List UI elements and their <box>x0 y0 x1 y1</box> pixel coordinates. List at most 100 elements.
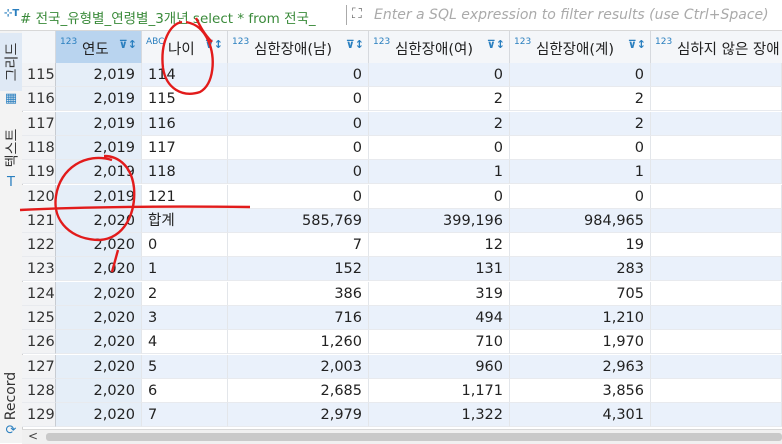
row-number[interactable]: 128 <box>22 378 56 403</box>
cell-year[interactable]: 2,019 <box>56 184 142 209</box>
horizontal-scrollbar[interactable]: < <box>22 429 782 444</box>
cell-severe-female[interactable]: 0 <box>369 135 510 160</box>
cell-age[interactable]: 121 <box>142 184 228 209</box>
table-row[interactable]: 126 2,020 4 1,260 710 1,970 <box>22 330 782 355</box>
cell-mild[interactable] <box>651 281 782 306</box>
filter-input[interactable] <box>372 4 776 26</box>
table-row[interactable]: 117 2,019 116 0 2 2 <box>22 111 782 136</box>
row-number[interactable]: 120 <box>22 184 56 209</box>
cell-severe-total[interactable]: 3,856 <box>510 378 651 403</box>
cell-severe-male[interactable]: 0 <box>228 87 369 112</box>
cell-severe-total[interactable]: 4,301 <box>510 403 651 428</box>
cell-year[interactable]: 2,020 <box>56 306 142 330</box>
cell-severe-total[interactable]: 1,970 <box>510 330 651 355</box>
row-number[interactable]: 116 <box>22 87 56 112</box>
row-number[interactable]: 124 <box>22 281 56 306</box>
cell-severe-male[interactable]: 0 <box>228 111 369 136</box>
filter-icon[interactable]: ⊽↕ <box>487 38 505 51</box>
cell-age[interactable]: 0 <box>142 233 228 258</box>
cell-severe-male[interactable]: 152 <box>228 257 369 282</box>
cell-age[interactable]: 합계 <box>142 208 228 233</box>
cell-mild[interactable] <box>651 257 782 282</box>
cell-severe-female[interactable]: 960 <box>369 354 510 379</box>
cell-age[interactable]: 5 <box>142 354 228 379</box>
row-number[interactable]: 121 <box>22 208 56 233</box>
cell-severe-male[interactable]: 0 <box>228 135 369 160</box>
cell-mild[interactable] <box>651 87 782 112</box>
cell-severe-male[interactable]: 1,260 <box>228 330 369 355</box>
cell-year[interactable]: 2,019 <box>56 135 142 160</box>
column-header-age[interactable]: ABC 나이 ⊽↕ <box>142 31 228 63</box>
table-row[interactable]: 121 2,020 합계 585,769 399,196 984,965 <box>22 208 782 233</box>
cell-severe-female[interactable]: 319 <box>369 281 510 306</box>
table-row[interactable]: 128 2,020 6 2,685 1,171 3,856 <box>22 378 782 403</box>
cell-severe-female[interactable]: 0 <box>369 63 510 87</box>
cell-age[interactable]: 7 <box>142 403 228 428</box>
table-row[interactable]: 120 2,019 121 0 0 0 <box>22 184 782 209</box>
cell-year[interactable]: 2,019 <box>56 160 142 185</box>
column-header-severe-total[interactable]: 123 심한장애(계) ⊽↕ <box>510 31 651 63</box>
cell-mild[interactable] <box>651 233 782 258</box>
table-row[interactable]: 115 2,019 114 0 0 0 <box>22 63 782 87</box>
cell-year[interactable]: 2,020 <box>56 354 142 379</box>
cell-severe-total[interactable]: 1 <box>510 160 651 185</box>
cell-mild[interactable] <box>651 63 782 87</box>
cell-severe-male[interactable]: 2,979 <box>228 403 369 428</box>
table-row[interactable]: 122 2,020 0 7 12 19 <box>22 233 782 258</box>
cell-severe-male[interactable]: 386 <box>228 281 369 306</box>
cell-severe-total[interactable]: 984,965 <box>510 208 651 233</box>
filter-icon[interactable]: ⊽↕ <box>346 38 364 51</box>
column-header-severe-male[interactable]: 123 심한장애(남) ⊽↕ <box>228 31 369 63</box>
cell-severe-female[interactable]: 12 <box>369 233 510 258</box>
cell-mild[interactable] <box>651 330 782 355</box>
table-row[interactable]: 125 2,020 3 716 494 1,210 <box>22 306 782 330</box>
cell-mild[interactable] <box>651 403 782 428</box>
filter-icon[interactable]: ⊽↕ <box>628 38 646 51</box>
table-row[interactable]: 127 2,020 5 2,003 960 2,963 <box>22 354 782 379</box>
table-row[interactable]: 119 2,019 118 0 1 1 <box>22 160 782 185</box>
scroll-left-icon[interactable]: < <box>28 429 38 443</box>
tab-grid[interactable]: 그리드 <box>0 33 22 91</box>
cell-severe-total[interactable]: 1,210 <box>510 306 651 330</box>
cell-severe-male[interactable]: 0 <box>228 63 369 87</box>
cell-year[interactable]: 2,019 <box>56 87 142 112</box>
cell-year[interactable]: 2,020 <box>56 378 142 403</box>
row-number[interactable]: 125 <box>22 306 56 330</box>
cell-age[interactable]: 3 <box>142 306 228 330</box>
cell-mild[interactable] <box>651 135 782 160</box>
cell-mild[interactable] <box>651 354 782 379</box>
row-number[interactable]: 119 <box>22 160 56 185</box>
cell-severe-female[interactable]: 0 <box>369 184 510 209</box>
cell-severe-female[interactable]: 494 <box>369 306 510 330</box>
column-header-mild[interactable]: 123 심하지 않은 장애 <box>651 31 782 63</box>
cell-age[interactable]: 115 <box>142 87 228 112</box>
cell-age[interactable]: 2 <box>142 281 228 306</box>
query-text[interactable]: # 전국_유형별_연령별_3개년 select * from 전국_ <box>20 7 316 27</box>
table-row[interactable]: 124 2,020 2 386 319 705 <box>22 281 782 306</box>
cell-age[interactable]: 114 <box>142 63 228 87</box>
cell-severe-total[interactable]: 0 <box>510 63 651 87</box>
cell-age[interactable]: 116 <box>142 111 228 136</box>
cell-severe-total[interactable]: 2 <box>510 87 651 112</box>
cell-severe-male[interactable]: 716 <box>228 306 369 330</box>
row-number[interactable]: 122 <box>22 233 56 258</box>
cell-mild[interactable] <box>651 208 782 233</box>
cell-year[interactable]: 2,020 <box>56 233 142 258</box>
cell-severe-female[interactable]: 1,171 <box>369 378 510 403</box>
cell-severe-total[interactable]: 0 <box>510 184 651 209</box>
cell-age[interactable]: 1 <box>142 257 228 282</box>
table-row[interactable]: 123 2,020 1 152 131 283 <box>22 257 782 282</box>
row-number[interactable]: 117 <box>22 111 56 136</box>
cell-severe-male[interactable]: 0 <box>228 160 369 185</box>
cell-severe-total[interactable]: 0 <box>510 135 651 160</box>
row-number[interactable]: 127 <box>22 354 56 379</box>
cell-severe-total[interactable]: 19 <box>510 233 651 258</box>
cell-year[interactable]: 2,020 <box>56 403 142 428</box>
cell-severe-male[interactable]: 2,003 <box>228 354 369 379</box>
table-row[interactable]: 118 2,019 117 0 0 0 <box>22 135 782 160</box>
row-number[interactable]: 115 <box>22 63 56 87</box>
cell-mild[interactable] <box>651 111 782 136</box>
cell-year[interactable]: 2,019 <box>56 111 142 136</box>
cell-year[interactable]: 2,020 <box>56 257 142 282</box>
filter-icon[interactable]: ⊽↕ <box>119 38 137 51</box>
